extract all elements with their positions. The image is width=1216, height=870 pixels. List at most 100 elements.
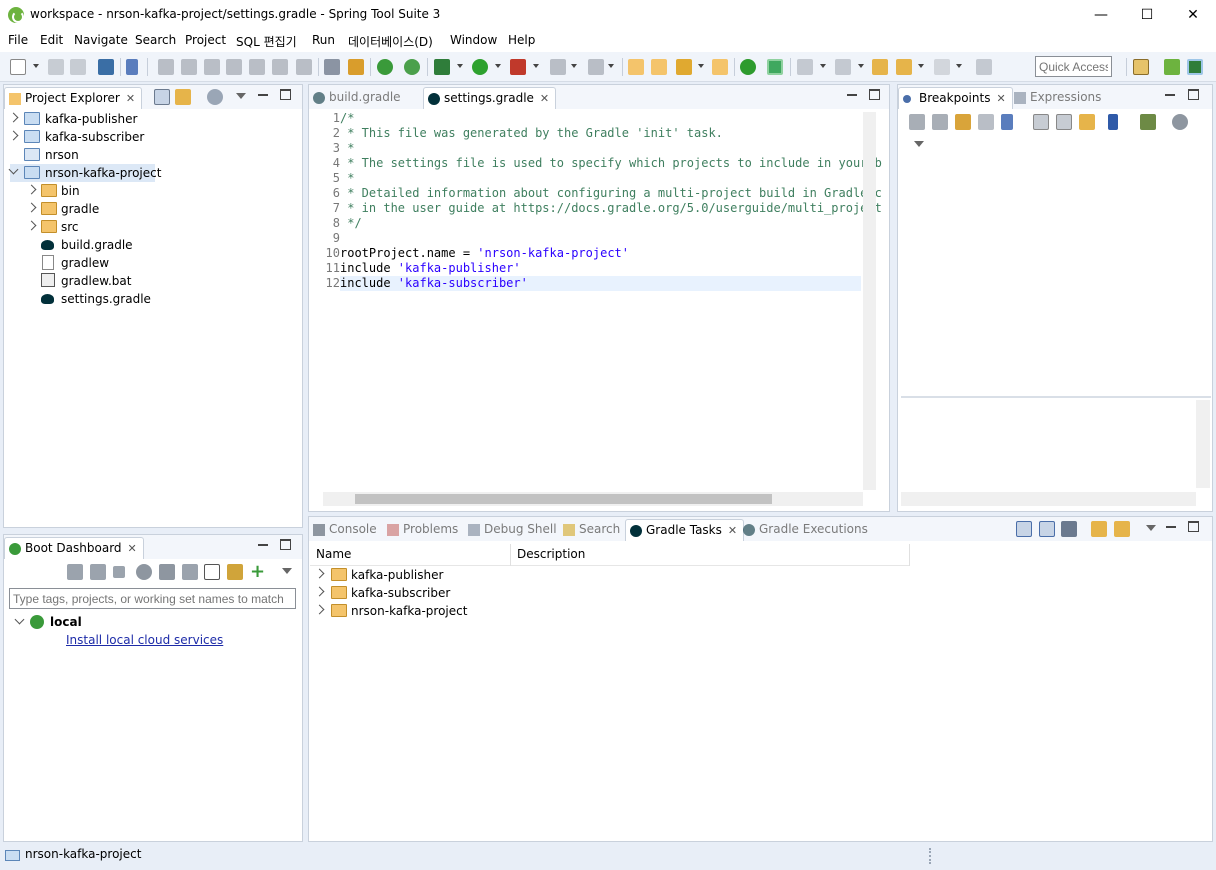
breakpoints-menu-icon[interactable] bbox=[1172, 114, 1188, 130]
previous-annotation-dropdown-icon[interactable] bbox=[858, 64, 864, 68]
close-icon[interactable]: ✕ bbox=[996, 92, 1005, 105]
code-editor[interactable]: 1/* 2 * This file was generated by the Gr… bbox=[323, 110, 882, 490]
spring-perspective-icon[interactable] bbox=[1164, 59, 1180, 75]
suspend-icon[interactable] bbox=[181, 59, 197, 75]
last-edit-location-icon[interactable] bbox=[872, 59, 888, 75]
save-icon[interactable] bbox=[48, 59, 64, 75]
column-divider[interactable] bbox=[510, 544, 511, 566]
expand-icon[interactable] bbox=[314, 586, 325, 597]
refresh-gradle-icon[interactable] bbox=[1091, 521, 1107, 537]
new-dropdown-icon[interactable] bbox=[33, 64, 39, 68]
menu-search[interactable]: Search bbox=[135, 33, 176, 47]
minimize-view-button[interactable] bbox=[257, 539, 269, 551]
menu-database[interactable]: 데이터베이스(D) bbox=[348, 33, 433, 50]
minimize-editor-button[interactable] bbox=[846, 89, 858, 101]
debug-app-icon[interactable] bbox=[90, 564, 106, 580]
skip-all-breakpoints-icon[interactable] bbox=[1001, 114, 1013, 130]
search-wand-icon[interactable] bbox=[676, 59, 692, 75]
editor-horizontal-scrollbar[interactable] bbox=[323, 492, 863, 506]
deploy-dropdown-icon[interactable] bbox=[608, 64, 614, 68]
link-with-editor-icon[interactable] bbox=[175, 89, 191, 105]
expand-icon[interactable] bbox=[314, 568, 325, 579]
column-divider[interactable] bbox=[909, 544, 910, 566]
link-to-selection-icon[interactable] bbox=[1114, 521, 1130, 537]
maximize-view-button[interactable] bbox=[1188, 521, 1199, 532]
deploy-icon[interactable] bbox=[588, 59, 604, 75]
column-name[interactable]: Name bbox=[316, 547, 351, 561]
scroll-thumb[interactable] bbox=[355, 494, 772, 504]
view-menu-icon[interactable] bbox=[236, 93, 246, 99]
minimize-view-button[interactable] bbox=[1165, 521, 1177, 533]
filter-icon[interactable] bbox=[207, 89, 223, 105]
add-java-exception-icon[interactable] bbox=[1108, 114, 1118, 130]
resume-icon[interactable] bbox=[158, 59, 174, 75]
tab-debug-shell[interactable]: Debug Shell bbox=[464, 519, 563, 541]
gradle-project-kafka-publisher[interactable]: kafka-publisher bbox=[314, 566, 506, 584]
go-to-file-icon[interactable] bbox=[978, 114, 994, 130]
disconnect-icon[interactable] bbox=[226, 59, 242, 75]
column-description[interactable]: Description bbox=[517, 547, 585, 561]
close-icon[interactable]: ✕ bbox=[126, 92, 135, 105]
green-dot-icon[interactable] bbox=[740, 59, 756, 75]
terminate-icon[interactable] bbox=[204, 59, 220, 75]
collapse-all-icon[interactable] bbox=[1039, 521, 1055, 537]
forward-icon[interactable] bbox=[934, 59, 950, 75]
next-annotation-icon[interactable] bbox=[797, 59, 813, 75]
collapse-all-icon[interactable] bbox=[1056, 114, 1072, 130]
tab-project-explorer[interactable]: Project Explorer ✕ bbox=[4, 87, 143, 109]
link-with-debug-view-icon[interactable] bbox=[1079, 114, 1095, 130]
boot-console-icon[interactable] bbox=[767, 59, 783, 75]
tree-item-nrson[interactable]: nrson bbox=[10, 146, 210, 164]
open-folder-icon[interactable] bbox=[712, 59, 728, 75]
minimize-view-button[interactable] bbox=[257, 89, 269, 101]
gradle-project-nrson-kafka-project[interactable]: nrson-kafka-project bbox=[314, 602, 506, 620]
expand-all-icon[interactable] bbox=[1033, 114, 1049, 130]
tab-search[interactable]: Search bbox=[559, 519, 626, 541]
maximize-view-button[interactable] bbox=[1188, 89, 1199, 100]
breakpoint-detail-scrollbar[interactable] bbox=[1196, 400, 1210, 488]
stop-dropdown-icon[interactable] bbox=[571, 64, 577, 68]
close-icon[interactable]: ✕ bbox=[128, 542, 137, 555]
tab-breakpoints[interactable]: Breakpoints ✕ bbox=[898, 87, 1013, 109]
back-dropdown-icon[interactable] bbox=[918, 64, 924, 68]
edit-pencil-icon[interactable] bbox=[182, 564, 198, 580]
boot-dashboard-filter-input[interactable] bbox=[9, 588, 296, 609]
debug-icon[interactable] bbox=[434, 59, 450, 75]
expand-icon[interactable] bbox=[8, 130, 19, 141]
menu-run[interactable]: Run bbox=[312, 33, 335, 47]
tab-expressions[interactable]: Expressions bbox=[1010, 87, 1107, 109]
run-dropdown-icon[interactable] bbox=[495, 64, 501, 68]
minimize-button[interactable]: — bbox=[1078, 0, 1124, 30]
view-menu-icon[interactable] bbox=[282, 568, 292, 574]
tree-item-gradlew[interactable]: gradlew bbox=[28, 254, 208, 272]
import-breakpoints-icon[interactable] bbox=[1140, 114, 1156, 130]
tree-item-bin[interactable]: bin bbox=[26, 182, 208, 200]
skip-breakpoints-icon[interactable] bbox=[126, 59, 138, 75]
next-annotation-dropdown-icon[interactable] bbox=[820, 64, 826, 68]
menu-edit[interactable]: Edit bbox=[40, 33, 63, 47]
tree-item-settings-gradle[interactable]: settings.gradle bbox=[28, 290, 208, 308]
expose-icon[interactable] bbox=[227, 564, 243, 580]
back-icon[interactable] bbox=[896, 59, 912, 75]
step-over-icon[interactable] bbox=[272, 59, 288, 75]
tree-item-gradle[interactable]: gradle bbox=[26, 200, 208, 218]
maximize-view-button[interactable] bbox=[280, 539, 291, 550]
add-icon[interactable]: + bbox=[250, 561, 266, 582]
collapse-all-icon[interactable] bbox=[154, 89, 170, 105]
use-step-filters-icon[interactable] bbox=[324, 59, 340, 75]
external-tools-dropdown-icon[interactable] bbox=[533, 64, 539, 68]
open-console-icon[interactable] bbox=[159, 564, 175, 580]
expand-all-icon[interactable] bbox=[1016, 521, 1032, 537]
tree-item-nrson-kafka-project[interactable]: nrson-kafka-project bbox=[8, 164, 161, 182]
expand-icon[interactable] bbox=[314, 604, 325, 615]
debug-dropdown-icon[interactable] bbox=[457, 64, 463, 68]
menu-sql-editor[interactable]: SQL 편집기 bbox=[236, 33, 297, 50]
step-return-icon[interactable] bbox=[296, 59, 312, 75]
tree-item-kafka-publisher[interactable]: kafka-publisher bbox=[8, 110, 210, 128]
pin-editor-icon[interactable] bbox=[976, 59, 992, 75]
menu-help[interactable]: Help bbox=[508, 33, 535, 47]
expand-icon[interactable] bbox=[8, 112, 19, 123]
step-into-icon[interactable] bbox=[249, 59, 265, 75]
boot-relaunch-icon[interactable] bbox=[404, 59, 420, 75]
search-dropdown-icon[interactable] bbox=[698, 64, 704, 68]
